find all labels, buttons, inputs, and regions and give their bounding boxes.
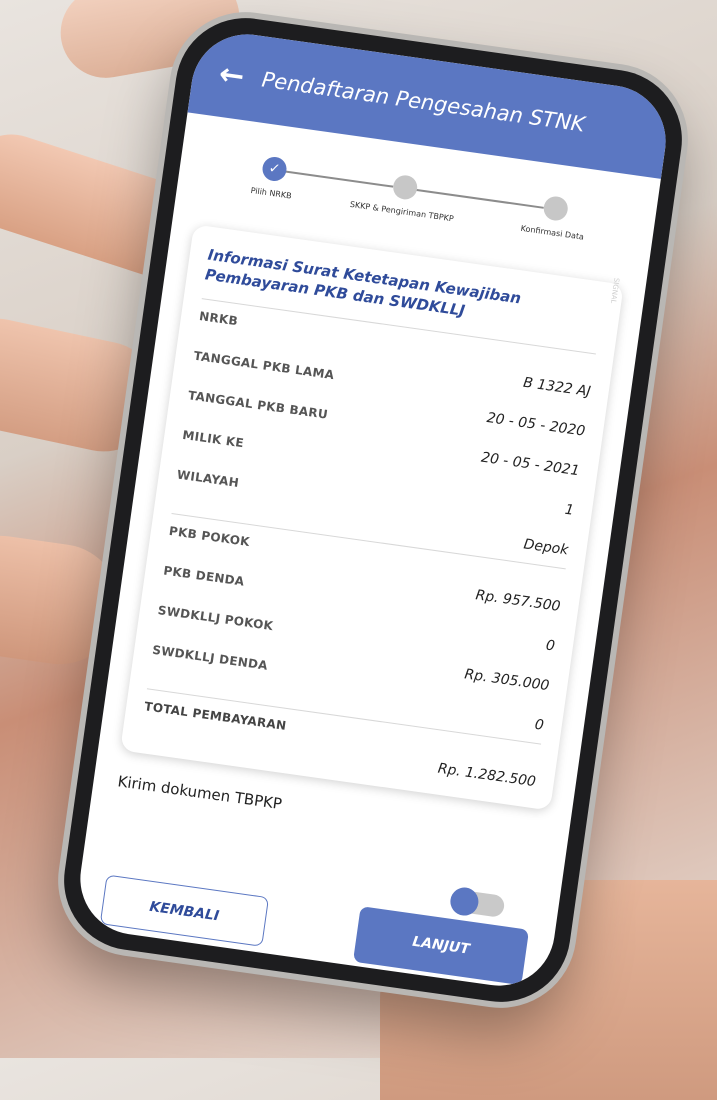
kembali-button[interactable]: KEMBALI [99,874,270,947]
lanjut-button[interactable]: LANJUT [352,906,530,986]
step-2-label: SKKP & Pengiriman TBPKP [349,199,455,224]
stepper-line-1 [284,170,394,188]
pkb-pokok-label: PKB POKOK [168,523,251,550]
step-3-label: Konfirmasi Data [520,223,585,242]
phone-screen: ← Pendaftaran Pengesahan STNK ✓ Pilih NR… [73,27,673,993]
milik-ke-value: 1 [563,501,575,519]
step-1-check-icon: ✓ [260,155,289,183]
stepper-line-2 [414,188,544,209]
skkp-info-card: Informasi Surat Ketetapan Kewajiban Pemb… [120,224,624,811]
toggle-knob [448,885,481,918]
step-2-dot [391,173,419,201]
page-title: Pendaftaran Pengesahan STNK [260,67,587,137]
pkb-denda-value: 0 [544,637,556,655]
nrkb-label: NRKB [198,309,239,329]
step-3-dot [542,194,570,223]
kirim-tbpkp-toggle[interactable] [448,885,506,918]
back-arrow-icon[interactable]: ← [217,56,247,94]
swdkllj-denda-value: 0 [533,716,545,734]
total-pembayaran-value: Rp. 1.282.500 [436,760,537,791]
step-1-label: Pilih NRKB [250,185,293,201]
phone-frame: ← Pendaftaran Pengesahan STNK ✓ Pilih NR… [55,9,691,1011]
wilayah-value: Depok [522,536,570,559]
